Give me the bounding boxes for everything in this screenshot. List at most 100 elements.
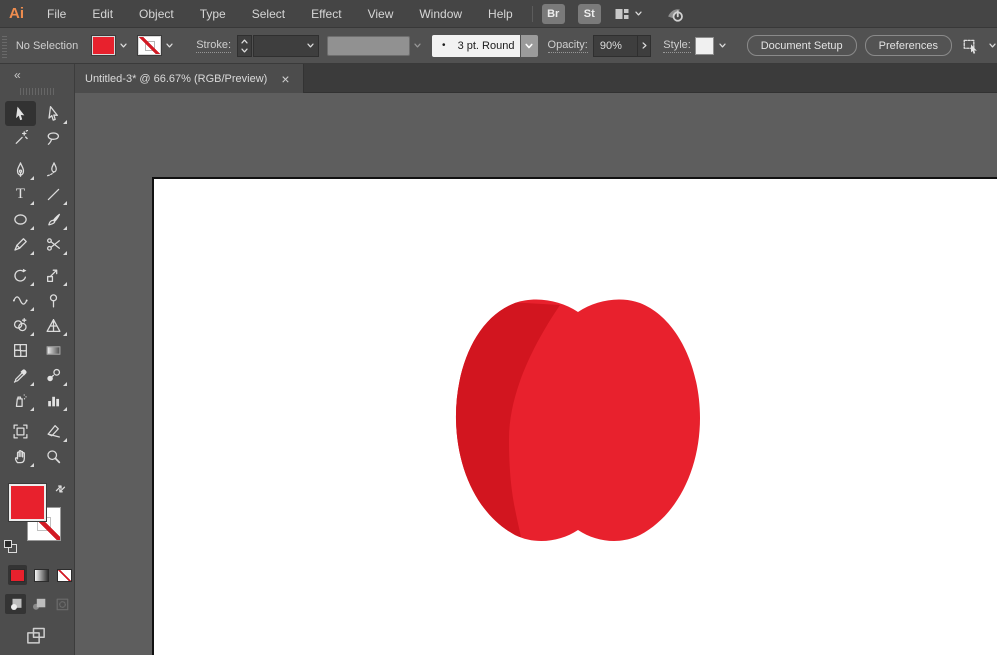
stroke-color-dropdown[interactable] [161,36,178,55]
brush-definition-dropdown[interactable]: • 3 pt. Round [432,34,521,57]
stroke-panel-link[interactable]: Stroke: [196,39,232,53]
artboard-tool[interactable] [5,419,36,444]
draw-behind-button[interactable] [28,594,49,614]
default-fill-stroke-icon[interactable] [4,540,17,553]
fill-color-control [92,36,132,55]
collapse-panel-button[interactable]: « [0,64,74,88]
eyedropper-tool[interactable] [5,363,36,388]
menu-file[interactable]: File [34,0,79,28]
fill-color-swatch[interactable] [92,36,116,55]
menu-separator [531,5,533,22]
mesh-tool[interactable] [5,338,36,363]
menu-help[interactable]: Help [475,0,526,28]
preferences-button[interactable]: Preferences [864,35,952,56]
swap-fill-stroke-icon[interactable] [52,480,74,502]
fill-stroke-indicator [0,481,74,561]
symbol-sprayer-tool[interactable] [5,388,36,413]
scissors-tool[interactable] [38,232,69,257]
document-tab-bar: Untitled-3* @ 66.67% (RGB/Preview) × [75,64,997,93]
color-mode-row [8,565,74,585]
style-dropdown-button[interactable] [714,36,730,55]
document-tab-title: Untitled-3* @ 66.67% (RGB/Preview) [85,72,268,85]
rotate-tool[interactable] [5,263,36,288]
panel-drag-grip[interactable] [20,88,54,95]
chevron-down-icon [240,46,249,55]
width-tool[interactable] [5,288,36,313]
document-setup-button[interactable]: Document Setup [746,35,857,56]
stock-button[interactable]: St [577,3,601,24]
menu-view[interactable]: View [355,0,407,28]
workspace-switcher-icon[interactable] [614,6,630,22]
gradient-swatch [33,568,49,582]
scale-tool[interactable] [38,263,69,288]
hand-tool[interactable] [5,444,36,469]
graphic-style-swatch[interactable] [694,36,715,55]
none-swatch-button[interactable] [55,565,74,585]
zoom-tool[interactable] [38,444,69,469]
canvas-pasteboard[interactable] [75,93,997,655]
ellipse-tool[interactable] [5,207,36,232]
screen-mode-button[interactable] [26,626,48,646]
puppet-warp-tool[interactable] [38,288,69,313]
chevron-up-icon [240,37,249,46]
draw-normal-button[interactable] [5,594,26,614]
blend-tool[interactable] [38,363,69,388]
curvature-tool[interactable] [38,157,69,182]
chevron-down-icon[interactable] [988,41,997,50]
chevron-down-icon[interactable] [634,9,643,18]
brush-name: 3 pt. Round [457,39,515,52]
tools-panel: « T [0,64,75,655]
none-slash [139,37,161,54]
none-slash [58,569,72,581]
chevron-right-icon [640,41,649,50]
opacity-dropdown-button[interactable] [637,34,652,57]
chevron-down-icon [718,41,727,50]
bridge-button[interactable]: Br [541,3,565,24]
perspective-grid-tool[interactable] [38,313,69,338]
tab-close-icon[interactable]: × [281,72,289,86]
drawing-modes-row [5,594,74,614]
chevron-down-icon [119,41,128,50]
style-panel-link[interactable]: Style: [663,39,691,53]
menu-effect[interactable]: Effect [298,0,354,28]
paintbrush-tool[interactable] [38,207,69,232]
fill-color-dropdown[interactable] [115,36,132,55]
chevron-down-icon [306,41,315,50]
selection-tool[interactable] [5,101,36,126]
menu-type[interactable]: Type [187,0,239,28]
color-swatch [9,568,25,582]
mini-fill [4,540,12,548]
magic-wand-tool[interactable] [5,126,36,151]
select-similar-icon[interactable] [962,37,980,55]
touch-power-icon[interactable] [665,4,685,24]
draw-inside-button [51,594,72,614]
menu-select[interactable]: Select [239,0,298,28]
shaper-tool[interactable] [5,232,36,257]
gradient-swatch-button[interactable] [32,565,51,585]
gradient-tool[interactable] [38,338,69,363]
pen-tool[interactable] [5,157,36,182]
menu-edit[interactable]: Edit [79,0,126,28]
menu-object[interactable]: Object [126,0,187,28]
stroke-width-stepper[interactable] [237,34,252,57]
direct-selection-tool[interactable] [38,101,69,126]
apple-artwork[interactable] [455,293,705,545]
menu-window[interactable]: Window [406,0,475,28]
stroke-color-swatch[interactable] [138,36,162,55]
stroke-width-field[interactable] [252,34,319,57]
lasso-tool[interactable] [38,126,69,151]
column-graph-tool[interactable] [38,388,69,413]
type-tool[interactable]: T [5,182,36,207]
opacity-field[interactable]: 90% [592,34,638,57]
line-segment-tool[interactable] [38,182,69,207]
illustrator-window: Ai File Edit Object Type Select Effect View Win… [0,0,997,655]
chevron-down-icon [524,41,534,51]
brush-dropdown-button[interactable] [521,34,538,57]
fill-indicator[interactable] [9,484,46,521]
opacity-panel-link[interactable]: Opacity: [547,39,588,53]
shape-builder-tool[interactable] [5,313,36,338]
color-swatch-button[interactable] [8,565,27,585]
document-tab[interactable]: Untitled-3* @ 66.67% (RGB/Preview) × [75,64,304,93]
panel-grip[interactable] [2,33,7,58]
slice-tool[interactable] [38,419,69,444]
